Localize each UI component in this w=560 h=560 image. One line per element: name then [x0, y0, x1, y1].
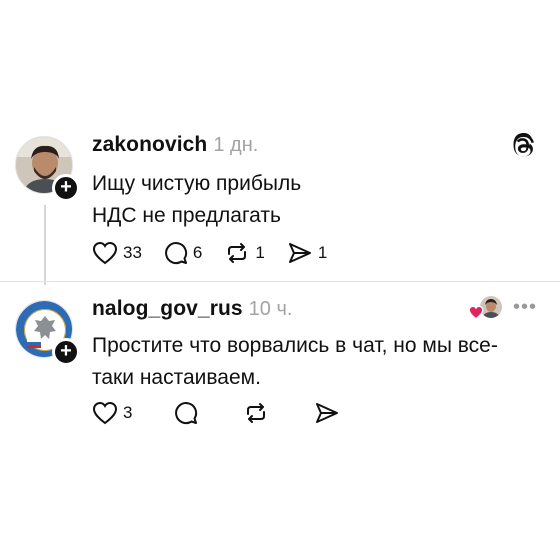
share-count: 1	[317, 243, 328, 262]
repost-button[interactable]: 1	[224, 241, 265, 265]
more-options-button[interactable]: •••	[513, 296, 537, 319]
send-icon	[316, 403, 339, 423]
repost-icon	[228, 243, 247, 263]
comment-icon	[175, 402, 198, 425]
post-header: zakonovich 1 дн.	[92, 133, 258, 157]
heart-filled-icon	[468, 305, 484, 320]
timestamp: 1 дн.	[213, 134, 259, 156]
like-button[interactable]: 3	[92, 401, 132, 425]
thread-line	[44, 205, 46, 285]
action-bar: 33 6 1 1	[92, 241, 349, 265]
timestamp: 10 ч.	[248, 298, 293, 320]
post-text: Простите что ворвались в чат, но мы все-…	[92, 334, 498, 389]
follow-plus-button[interactable]: +	[52, 338, 80, 366]
send-icon	[288, 243, 311, 263]
action-bar: 3	[92, 401, 367, 425]
repost-icon	[247, 403, 266, 423]
username[interactable]: zakonovich	[92, 133, 207, 157]
like-button[interactable]: 33	[92, 241, 142, 265]
like-count: 33	[123, 243, 142, 262]
reply-count: 6	[192, 243, 203, 262]
repost-count: 1	[255, 243, 265, 262]
heart-icon	[92, 401, 118, 425]
post-header: nalog_gov_rus 10 ч.	[92, 297, 292, 321]
follow-plus-button[interactable]: +	[52, 174, 80, 202]
reply-button[interactable]: 6	[164, 241, 202, 265]
username[interactable]: nalog_gov_rus	[92, 297, 243, 321]
liked-by-author-indicator	[468, 296, 504, 324]
divider	[0, 281, 560, 282]
share-button[interactable]	[314, 401, 345, 425]
reply-button[interactable]	[174, 401, 203, 425]
heart-icon	[92, 241, 118, 265]
repost-button[interactable]	[243, 401, 274, 425]
comment-icon	[165, 242, 187, 265]
share-button[interactable]: 1	[287, 241, 327, 265]
threads-logo-icon[interactable]	[510, 132, 538, 165]
post-text: Ищу чистую прибыль НДС не предлагать	[92, 172, 302, 227]
like-count: 3	[123, 403, 133, 422]
